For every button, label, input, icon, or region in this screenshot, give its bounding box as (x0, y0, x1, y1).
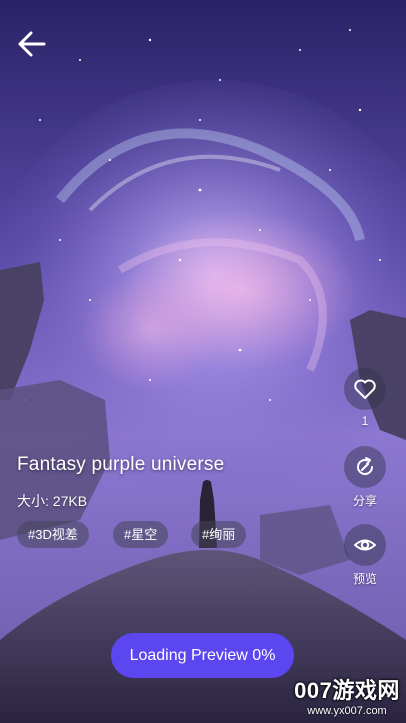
tag-gorgeous[interactable]: #绚丽 (191, 521, 247, 548)
preview-label: 预览 (352, 572, 377, 586)
watermark-url: www.yx007.com (307, 705, 387, 717)
site-watermark: 007游戏网 www.yx007.com (292, 678, 402, 718)
preview-button[interactable] (344, 524, 386, 566)
loading-preview-button[interactable]: Loading Preview 0% (111, 633, 294, 678)
like-button[interactable] (344, 368, 386, 410)
eye-icon (354, 539, 376, 551)
back-button[interactable] (14, 26, 50, 62)
tag-starry-sky[interactable]: #星空 (113, 521, 169, 548)
wallpaper-background (0, 0, 406, 723)
heart-icon (354, 379, 376, 399)
watermark-brand: 007游戏网 (294, 678, 400, 703)
share-button[interactable] (344, 446, 386, 488)
wallpaper-title: Fantasy purple universe (17, 454, 225, 475)
tag-3d-parallax[interactable]: #3D视差 (17, 521, 89, 548)
arrow-left-icon (18, 31, 46, 57)
share-label: 分享 (352, 494, 377, 508)
file-size-text: 大小: 27KB (17, 493, 88, 509)
share-icon (357, 457, 373, 475)
like-count: 1 (361, 414, 369, 428)
